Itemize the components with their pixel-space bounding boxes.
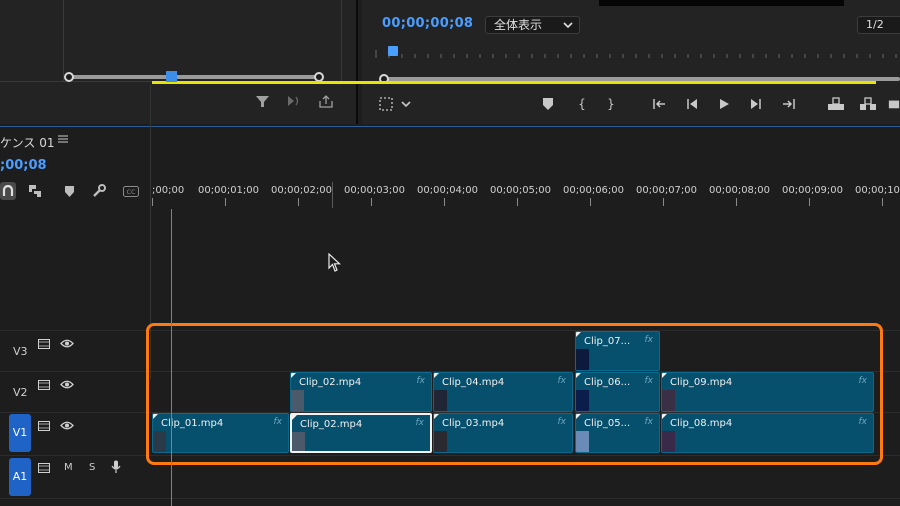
program-playhead[interactable]: [388, 46, 398, 56]
eye-icon[interactable]: [60, 339, 74, 351]
timeline-playhead-handle[interactable]: [166, 71, 177, 82]
safe-margins-icon[interactable]: [378, 96, 394, 112]
program-time-ruler[interactable]: [374, 44, 900, 58]
step-forward-icon[interactable]: [748, 96, 764, 112]
track-target-v1[interactable]: V1: [9, 414, 31, 452]
film-icon[interactable]: [38, 380, 50, 393]
mark-out-icon[interactable]: }: [603, 96, 619, 112]
track-label-v2: V2: [13, 386, 28, 399]
export-icon[interactable]: [318, 93, 334, 109]
resolution-value: 1/2: [866, 18, 884, 31]
program-monitor: 00;00;00;08 全体表示 1/2 {}: [362, 0, 900, 124]
chevron-down-icon: [563, 17, 573, 39]
track-headers: V3 V2 V1 A1 M S: [0, 85, 151, 496]
track-header-a1[interactable]: A1 M S: [0, 458, 150, 496]
timeline-time-ruler[interactable]: ;00;00 00;00;01;00 00;00;02;00 00;00;03;00 0…: [152, 182, 900, 212]
highlight-annotation: [146, 323, 883, 465]
track-header-v1[interactable]: V1: [0, 414, 150, 452]
film-icon[interactable]: [38, 339, 50, 352]
chevron-down-icon[interactable]: [398, 96, 414, 112]
add-marker-icon[interactable]: [540, 96, 556, 112]
panel-frame: [0, 0, 342, 82]
filter-icon[interactable]: [254, 93, 270, 109]
scroll-start-handle[interactable]: [64, 72, 74, 82]
track-header-v2[interactable]: V2: [0, 373, 150, 411]
video-preview: [599, 0, 844, 6]
step-back-icon[interactable]: [684, 96, 700, 112]
track-target-a1[interactable]: A1: [9, 458, 31, 496]
microphone-icon[interactable]: [111, 460, 121, 477]
film-icon[interactable]: [38, 421, 50, 434]
extract-icon[interactable]: [858, 96, 878, 112]
zoom-fit-select[interactable]: 全体表示: [485, 16, 580, 34]
lift-icon[interactable]: [826, 96, 846, 112]
mute-button[interactable]: M: [64, 462, 73, 473]
mark-in-icon[interactable]: {: [574, 96, 590, 112]
track-label-v3: V3: [13, 345, 28, 358]
mouse-cursor-icon: [328, 253, 342, 272]
eye-icon[interactable]: [60, 380, 74, 392]
program-timecode[interactable]: 00;00;00;08: [382, 16, 473, 31]
timeline-playhead-line: [171, 209, 172, 506]
work-area-bar[interactable]: [152, 81, 876, 84]
go-to-in-icon[interactable]: [652, 96, 668, 112]
zoom-fit-value: 全体表示: [494, 18, 543, 32]
export-frame-icon[interactable]: [888, 96, 900, 112]
playback-resolution-select[interactable]: 1/2: [857, 16, 900, 34]
track-header-v3[interactable]: V3: [0, 332, 150, 370]
play-icon[interactable]: [716, 96, 732, 112]
go-to-out-icon[interactable]: [780, 96, 796, 112]
zoom-scroll-bar[interactable]: [64, 72, 324, 82]
film-icon[interactable]: [38, 463, 50, 476]
solo-button[interactable]: S: [89, 462, 95, 473]
play-audio-icon[interactable]: [286, 93, 302, 109]
eye-icon[interactable]: [60, 421, 74, 433]
